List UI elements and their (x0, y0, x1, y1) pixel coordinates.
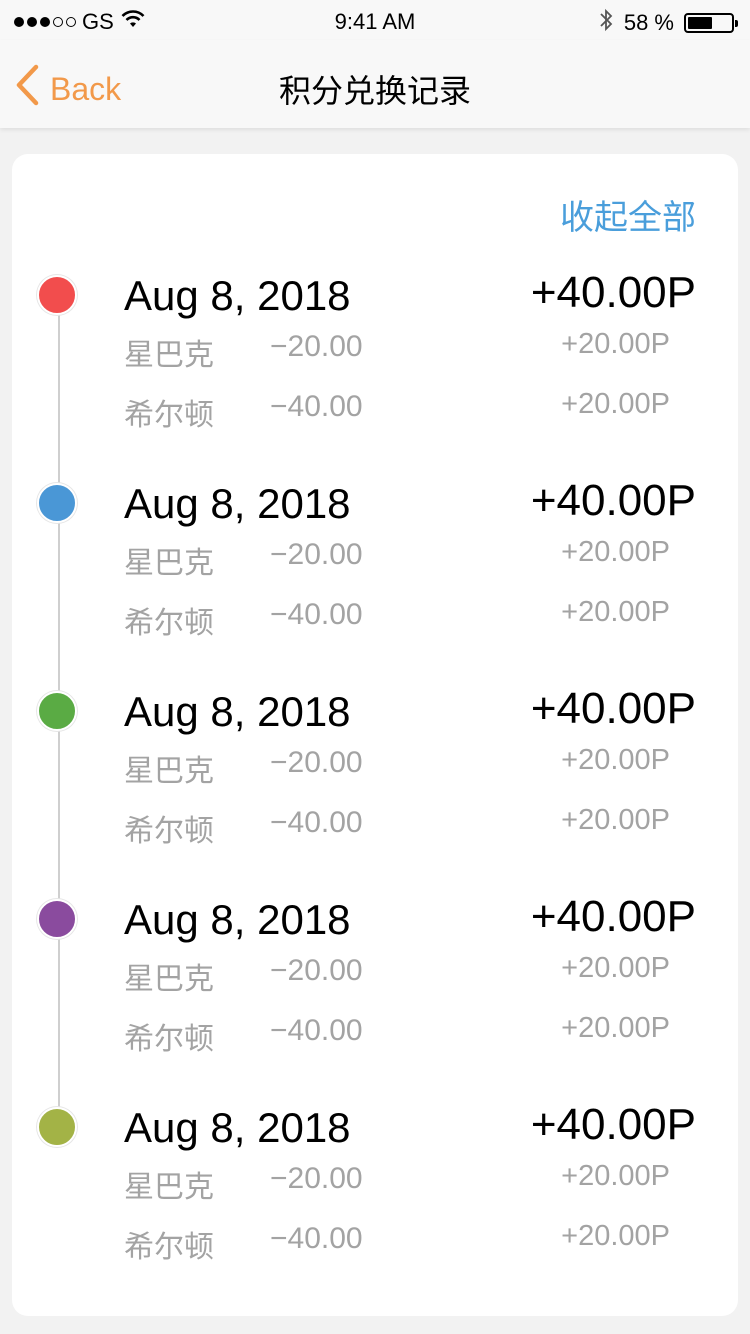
entry-date: Aug 8, 2018 (124, 480, 351, 527)
timeline-dot-icon (37, 1107, 77, 1147)
timeline-dot-icon (37, 275, 77, 315)
entry-total-points: +40.00P (530, 684, 696, 733)
entry-date: Aug 8, 2018 (124, 1104, 351, 1151)
timeline-entry: Aug 8, 2018 +40.00P 星巴克 −20.00 +20.00P 希尔顿 −40… (12, 778, 738, 1056)
spent-amount: −20.00 (270, 746, 363, 779)
entry-total-points: +40.00P (530, 892, 696, 941)
redemption-row: 星巴克 −20.00 +20.00P (12, 1160, 738, 1204)
timeline-dot-icon (37, 899, 77, 939)
battery-level (688, 17, 712, 29)
redemption-history-card: 收起全部 Aug 8, 2018 +40.00P 星巴克 −20.00 +20.00P 希… (12, 154, 738, 1316)
earned-points: +20.00P (561, 536, 670, 568)
timeline-dot-icon (37, 691, 77, 731)
timeline-entry: Aug 8, 2018 +40.00P 星巴克 −20.00 +20.00P 希尔顿 −40… (12, 362, 738, 640)
spent-amount: −40.00 (270, 1222, 363, 1255)
navigation-bar: Back 积分兑换记录 (0, 40, 750, 128)
spent-amount: −20.00 (270, 954, 363, 987)
spent-amount: −20.00 (270, 1162, 363, 1195)
timeline-dot-icon (37, 483, 77, 523)
redemption-row: 希尔顿 −40.00 +20.00P (12, 1220, 738, 1264)
merchant-name: 希尔顿 (124, 1231, 214, 1264)
earned-points: +20.00P (561, 328, 670, 360)
entry-total-points: +40.00P (530, 1100, 696, 1149)
battery-icon (684, 13, 738, 33)
spent-amount: −20.00 (270, 330, 363, 363)
earned-points: +20.00P (561, 952, 670, 984)
status-bar: GS 9:41 AM 58 % (0, 0, 750, 40)
entry-date: Aug 8, 2018 (124, 896, 351, 943)
timeline-entry: Aug 8, 2018 +40.00P 星巴克 −20.00 +20.00P 希尔顿 −40… (12, 154, 738, 432)
earned-points: +20.00P (561, 744, 670, 776)
entry-total-points: +40.00P (530, 268, 696, 317)
timeline-entry: Aug 8, 2018 +40.00P 星巴克 −20.00 +20.00P 希尔顿 −40… (12, 986, 738, 1264)
timeline-entry: Aug 8, 2018 +40.00P 星巴克 −20.00 +20.00P 希尔顿 −40… (12, 570, 738, 848)
earned-points: +20.00P (561, 1220, 670, 1252)
status-right: 58 % (598, 8, 738, 38)
entry-date: Aug 8, 2018 (124, 688, 351, 735)
earned-points: +20.00P (561, 1160, 670, 1192)
spent-amount: −20.00 (270, 538, 363, 571)
bluetooth-icon (598, 8, 614, 38)
page-title: 积分兑换记录 (278, 73, 471, 109)
merchant-name: 星巴克 (124, 1171, 214, 1204)
entry-total-points: +40.00P (530, 476, 696, 525)
battery-percentage: 58 % (623, 10, 674, 35)
entry-date: Aug 8, 2018 (124, 272, 351, 319)
